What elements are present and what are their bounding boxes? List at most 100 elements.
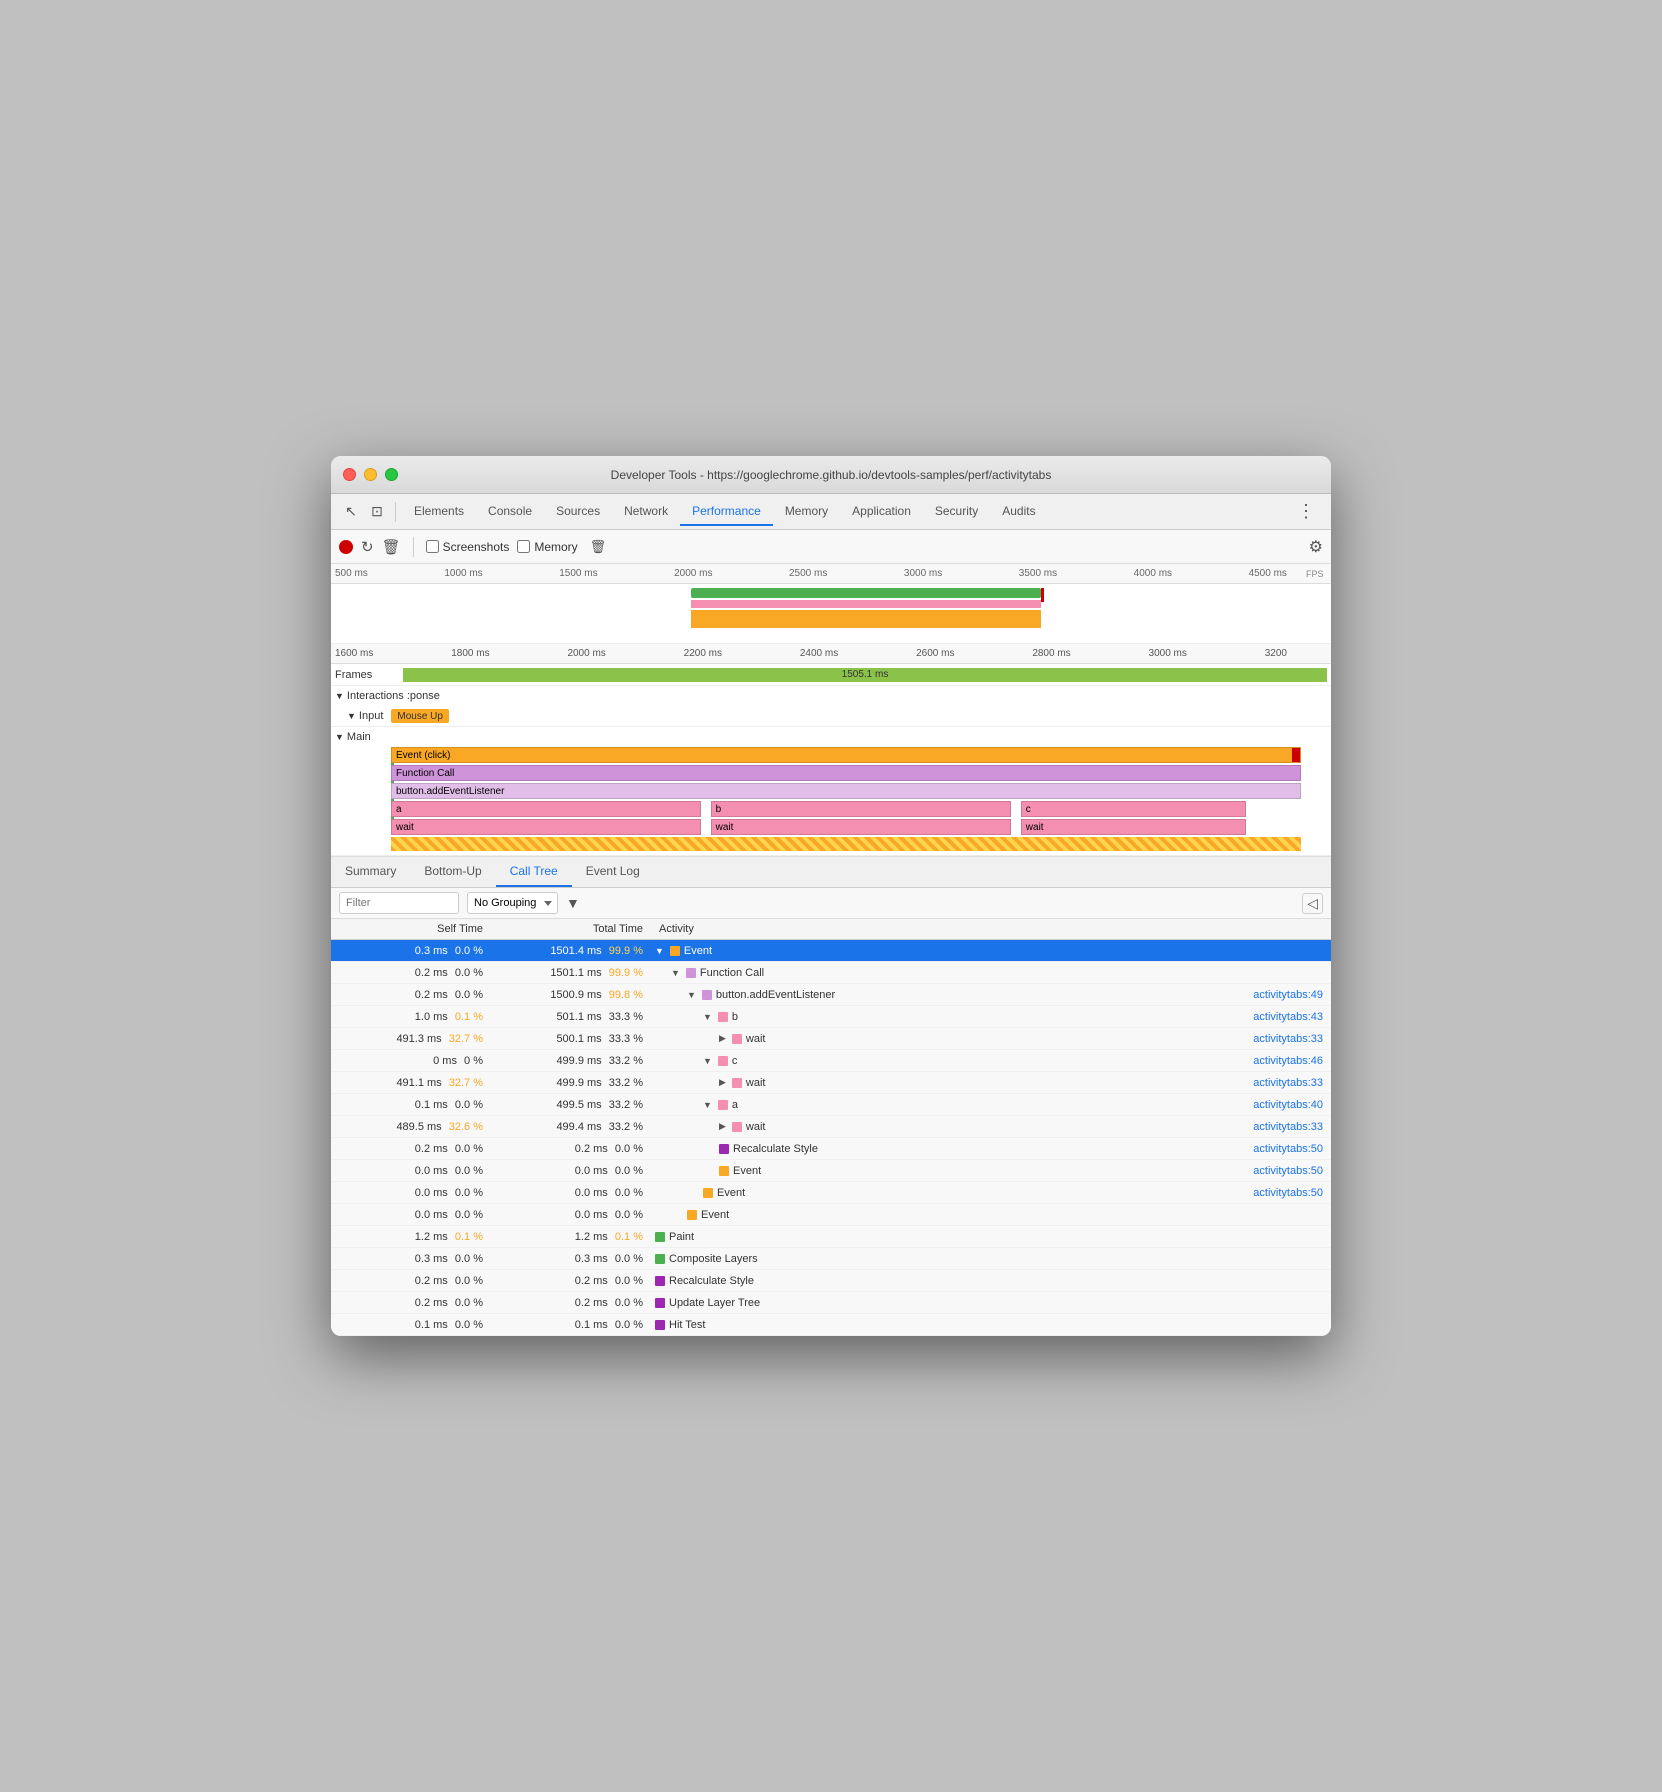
screenshots-checkbox[interactable] [426,540,439,553]
button-add-block[interactable]: button.addEventListener [391,783,1301,799]
table-row[interactable]: 0.0 ms 0.0 % 0.0 ms 0.0 % Event [331,1204,1331,1226]
activity-name: c [732,1055,738,1067]
expand-arrow[interactable]: ▶ [719,1077,726,1088]
tab-bottom-up[interactable]: Bottom-Up [410,857,495,887]
cursor-icon[interactable]: ↖ [339,500,363,524]
minimize-button[interactable] [364,468,377,481]
header-activity[interactable]: Activity [651,919,1331,939]
interactions-triangle[interactable]: ▼ [335,691,344,701]
row-link[interactable]: activitytabs:49 [1253,989,1331,1001]
wait2-block[interactable]: wait [711,819,1012,835]
record-button[interactable] [339,540,353,554]
table-row[interactable]: 1.2 ms 0.1 % 1.2 ms 0.1 % Paint [331,1226,1331,1248]
wait3-block[interactable]: wait [1021,819,1247,835]
main-triangle[interactable]: ▼ [335,732,344,742]
event-click-block[interactable]: Event (click) [391,747,1301,763]
b-block[interactable]: b [711,801,1012,817]
settings-icon[interactable]: ⚙ [1309,537,1323,557]
tab-security[interactable]: Security [923,498,990,526]
self-ms: 0.2 ms [415,1297,448,1309]
table-row[interactable]: 0.3 ms 0.0 % 0.3 ms 0.0 % Composite Laye… [331,1248,1331,1270]
table-row[interactable]: 0.1 ms 0.0 % 499.5 ms 33.2 % ▼ a activit… [331,1094,1331,1116]
tab-event-log[interactable]: Event Log [572,857,654,887]
table-row[interactable]: 0.1 ms 0.0 % 0.1 ms 0.0 % Hit Test [331,1314,1331,1336]
tab-audits[interactable]: Audits [990,498,1047,526]
tab-memory[interactable]: Memory [773,498,840,526]
expand-arrow[interactable]: ▼ [655,946,664,956]
activity-color-dot [718,1100,728,1110]
row-link[interactable]: activitytabs:33 [1253,1033,1331,1045]
tab-performance[interactable]: Performance [680,498,773,526]
memory-checkbox[interactable] [517,540,530,553]
fps-cpu-net-bars[interactable] [331,584,1331,644]
collapse-button[interactable]: ◁ [1302,893,1323,914]
bottom-tabs: Summary Bottom-Up Call Tree Event Log [331,857,1331,888]
a-block[interactable]: a [391,801,701,817]
expand-arrow[interactable]: ▶ [719,1033,726,1044]
row-link[interactable]: activitytabs:43 [1253,1011,1331,1023]
expand-arrow[interactable]: ▼ [703,1056,712,1066]
table-row[interactable]: 0.0 ms 0.0 % 0.0 ms 0.0 % Event activity… [331,1182,1331,1204]
activity-name: Update Layer Tree [669,1297,760,1309]
cell-total-time: 1501.4 ms 99.9 % [491,945,651,957]
table-row[interactable]: 1.0 ms 0.1 % 501.1 ms 33.3 % ▼ b activit… [331,1006,1331,1028]
self-ms: 0.0 ms [415,1187,448,1199]
dropdown-arrow: ▼ [566,895,580,911]
tab-network[interactable]: Network [612,498,680,526]
filter-input[interactable] [339,892,459,914]
table-row[interactable]: 491.3 ms 32.7 % 500.1 ms 33.3 % ▶ wait a… [331,1028,1331,1050]
cell-self-time: 0.0 ms 0.0 % [331,1165,491,1177]
table-row[interactable]: 489.5 ms 32.6 % 499.4 ms 33.2 % ▶ wait a… [331,1116,1331,1138]
expand-arrow[interactable]: ▼ [703,1012,712,1022]
input-label: Input [359,710,383,722]
clear-button[interactable]: 🗑 [382,538,401,556]
total-pct: 33.2 % [609,1099,643,1111]
table-row[interactable]: 0.3 ms 0.0 % 1501.4 ms 99.9 % ▼ Event [331,940,1331,962]
table-row[interactable]: 0 ms 0 % 499.9 ms 33.2 % ▼ c activitytab… [331,1050,1331,1072]
grouping-select[interactable]: No Grouping [467,892,558,914]
row-link[interactable]: activitytabs:50 [1253,1187,1331,1199]
tab-elements[interactable]: Elements [402,498,476,526]
screenshots-checkbox-label[interactable]: Screenshots [426,540,510,554]
expand-arrow[interactable]: ▼ [671,968,680,978]
reload-button[interactable]: ↻ [361,538,374,556]
expand-arrow[interactable]: ▼ [703,1100,712,1110]
table-row[interactable]: 0.2 ms 0.0 % 1500.9 ms 99.8 % ▼ button.a… [331,984,1331,1006]
header-total-time[interactable]: Total Time [491,919,651,939]
tab-sources[interactable]: Sources [544,498,612,526]
memory-checkbox-label[interactable]: Memory [517,540,577,554]
row-link[interactable]: activitytabs:50 [1253,1143,1331,1155]
row-link[interactable]: activitytabs:33 [1253,1121,1331,1133]
function-call-label: Function Call [396,768,454,779]
expand-arrow[interactable]: ▶ [719,1121,726,1132]
table-row[interactable]: 491.1 ms 32.7 % 499.9 ms 33.2 % ▶ wait a… [331,1072,1331,1094]
table-row[interactable]: 0.2 ms 0.0 % 0.2 ms 0.0 % Update Layer T… [331,1292,1331,1314]
tab-application[interactable]: Application [840,498,923,526]
row-link[interactable]: activitytabs:46 [1253,1055,1331,1067]
row-link[interactable]: activitytabs:50 [1253,1165,1331,1177]
more-tabs-button[interactable]: ⋮ [1289,501,1323,522]
c-block[interactable]: c [1021,801,1247,817]
cell-activity: Recalculate Style [651,1143,1253,1155]
function-call-block[interactable]: Function Call [391,765,1301,781]
row-link[interactable]: activitytabs:33 [1253,1077,1331,1089]
total-pct: 99.9 % [609,945,643,957]
expand-arrow[interactable]: ▼ [687,990,696,1000]
close-button[interactable] [343,468,356,481]
tab-call-tree[interactable]: Call Tree [496,857,572,887]
trash-button[interactable]: 🗑 [590,539,607,555]
table-row[interactable]: 0.2 ms 0.0 % 0.2 ms 0.0 % Recalculate St… [331,1270,1331,1292]
dock-icon[interactable]: ⊡ [365,500,389,524]
row-link[interactable]: activitytabs:40 [1253,1099,1331,1111]
table-row[interactable]: 0.0 ms 0.0 % 0.0 ms 0.0 % Event activity… [331,1160,1331,1182]
maximize-button[interactable] [385,468,398,481]
table-row[interactable]: 0.2 ms 0.0 % 1501.1 ms 99.9 % ▼ Function… [331,962,1331,984]
wait1-block[interactable]: wait [391,819,701,835]
tab-console[interactable]: Console [476,498,544,526]
cell-self-time: 1.2 ms 0.1 % [331,1231,491,1243]
mark-1500: 1500 ms [559,568,597,579]
header-self-time[interactable]: Self Time [331,919,491,939]
tab-summary[interactable]: Summary [331,857,410,887]
table-row[interactable]: 0.2 ms 0.0 % 0.2 ms 0.0 % Recalculate St… [331,1138,1331,1160]
input-triangle[interactable]: ▼ [347,711,356,721]
